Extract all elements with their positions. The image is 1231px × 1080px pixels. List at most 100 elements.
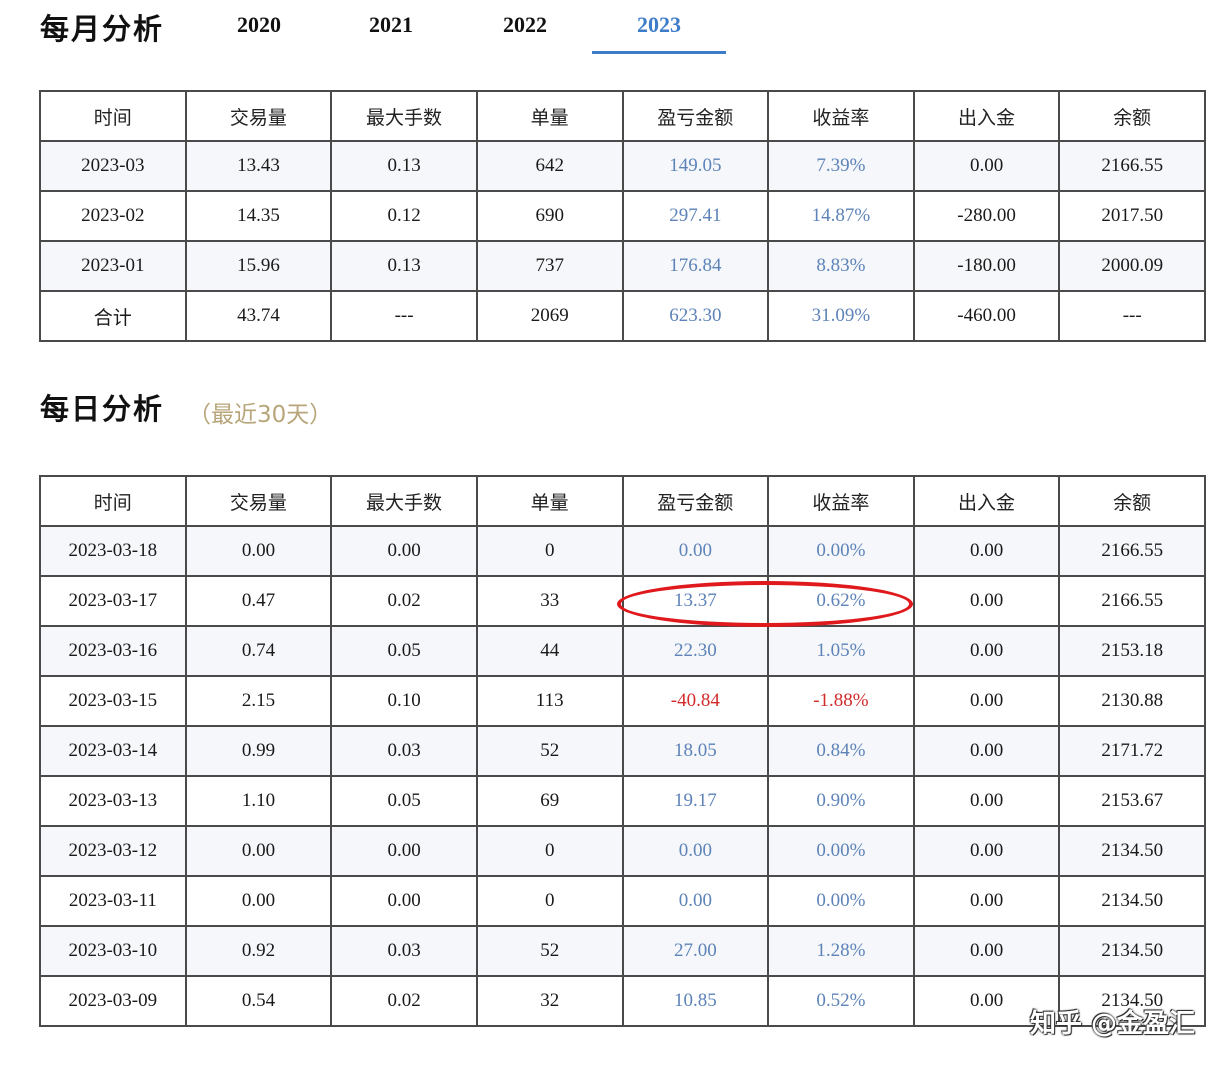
cell-volume: 0.99 — [184, 725, 333, 777]
tab-2023[interactable]: 2023 — [593, 12, 725, 38]
table-row: 合计 43.74 --- 2069 623.30 31.09% -460.00 --- — [39, 290, 1206, 342]
cell-orders: 0 — [475, 525, 624, 577]
cell-volume: 0.74 — [184, 625, 333, 677]
cell-max-lots: 0.03 — [330, 725, 478, 777]
daily-header-row: 时间 交易量 最大手数 单量 盈亏金额 收益率 出入金 余额 — [39, 475, 1206, 527]
cell-time: 2023-03-12 — [39, 825, 187, 877]
cell-pnl: 176.84 — [621, 240, 770, 292]
cell-time: 2023-03-14 — [39, 725, 187, 777]
cell-deposit-withdraw: 0.00 — [912, 675, 1061, 727]
header-time: 时间 — [39, 475, 187, 527]
table-row: 2023-03-14 0.99 0.03 52 18.05 0.84% 0.00 2171.7… — [39, 725, 1206, 777]
cell-return-rate: 0.62% — [767, 575, 915, 627]
table-row: 2023-03-12 0.00 0.00 0 0.00 0.00% 0.00 2134.50 — [39, 825, 1206, 877]
cell-max-lots: 0.03 — [330, 925, 478, 977]
header-time: 时间 — [39, 90, 187, 142]
header-pnl: 盈亏金额 — [621, 475, 770, 527]
cell-balance: 2134.50 — [1058, 825, 1206, 877]
cell-time: 2023-03-18 — [39, 525, 187, 577]
header-deposit-withdraw: 出入金 — [912, 475, 1061, 527]
monthly-table: 时间 交易量 最大手数 单量 盈亏金额 收益率 出入金 余额 2023-03 13.43 0.13… — [39, 90, 1206, 342]
cell-time: 合计 — [39, 290, 187, 342]
table-row: 2023-03-17 0.47 0.02 33 13.37 0.62% 0.00 2166.5… — [39, 575, 1206, 627]
cell-orders: 52 — [475, 725, 624, 777]
cell-max-lots: 0.02 — [330, 575, 478, 627]
cell-balance: 2166.55 — [1058, 140, 1206, 192]
cell-max-lots: 0.13 — [330, 240, 478, 292]
tab-2021[interactable]: 2021 — [325, 12, 457, 38]
cell-pnl: 149.05 — [621, 140, 770, 192]
daily-table: 时间 交易量 最大手数 单量 盈亏金额 收益率 出入金 余额 2023-03-18 0.00 0.… — [39, 475, 1206, 1027]
cell-deposit-withdraw: 0.00 — [912, 925, 1061, 977]
header-volume: 交易量 — [184, 90, 333, 142]
cell-time: 2023-03-16 — [39, 625, 187, 677]
cell-volume: 0.00 — [184, 825, 333, 877]
cell-deposit-withdraw: 0.00 — [912, 825, 1061, 877]
table-row: 2023-01 15.96 0.13 737 176.84 8.83% -180.00 200… — [39, 240, 1206, 292]
cell-deposit-withdraw: -180.00 — [912, 240, 1061, 292]
cell-return-rate: 31.09% — [767, 290, 915, 342]
cell-volume: 0.92 — [184, 925, 333, 977]
tab-2022[interactable]: 2022 — [459, 12, 591, 38]
cell-deposit-withdraw: -460.00 — [912, 290, 1061, 342]
cell-volume: 0.47 — [184, 575, 333, 627]
cell-max-lots: 0.12 — [330, 190, 478, 242]
cell-balance: 2166.55 — [1058, 575, 1206, 627]
cell-time: 2023-03-15 — [39, 675, 187, 727]
cell-pnl: 10.85 — [621, 975, 770, 1027]
monthly-table-body: 2023-03 13.43 0.13 642 149.05 7.39% 0.00 2166.5… — [39, 140, 1206, 342]
cell-deposit-withdraw: 0.00 — [912, 140, 1061, 192]
cell-return-rate: 8.83% — [767, 240, 915, 292]
cell-volume: 0.54 — [184, 975, 333, 1027]
cell-return-rate: 14.87% — [767, 190, 915, 242]
cell-return-rate: 7.39% — [767, 140, 915, 192]
cell-time: 2023-03-09 — [39, 975, 187, 1027]
table-row: 2023-03-16 0.74 0.05 44 22.30 1.05% 0.00 2153.1… — [39, 625, 1206, 677]
cell-orders: 32 — [475, 975, 624, 1027]
tab-2020[interactable]: 2020 — [193, 12, 325, 38]
cell-pnl: 22.30 — [621, 625, 770, 677]
table-row: 2023-02 14.35 0.12 690 297.41 14.87% -280.00 20… — [39, 190, 1206, 242]
cell-deposit-withdraw: 0.00 — [912, 775, 1061, 827]
cell-deposit-withdraw: 0.00 — [912, 875, 1061, 927]
header-return-rate: 收益率 — [767, 90, 915, 142]
cell-return-rate: 0.84% — [767, 725, 915, 777]
cell-volume: 15.96 — [184, 240, 333, 292]
cell-orders: 737 — [475, 240, 624, 292]
cell-time: 2023-03-17 — [39, 575, 187, 627]
cell-max-lots: --- — [330, 290, 478, 342]
cell-return-rate: 0.52% — [767, 975, 915, 1027]
cell-volume: 2.15 — [184, 675, 333, 727]
cell-pnl: 297.41 — [621, 190, 770, 242]
cell-return-rate: 0.00% — [767, 875, 915, 927]
header-orders: 单量 — [475, 475, 624, 527]
cell-return-rate: -1.88% — [767, 675, 915, 727]
cell-orders: 33 — [475, 575, 624, 627]
cell-time: 2023-03-10 — [39, 925, 187, 977]
cell-pnl: 19.17 — [621, 775, 770, 827]
header-max-lots: 最大手数 — [330, 475, 478, 527]
cell-balance: --- — [1058, 290, 1206, 342]
monthly-header-row: 时间 交易量 最大手数 单量 盈亏金额 收益率 出入金 余额 — [39, 90, 1206, 142]
cell-pnl: 0.00 — [621, 525, 770, 577]
monthly-analysis-title: 每月分析 — [40, 12, 165, 46]
cell-deposit-withdraw: 0.00 — [912, 575, 1061, 627]
cell-orders: 44 — [475, 625, 624, 677]
cell-pnl: 18.05 — [621, 725, 770, 777]
daily-subtitle: （最近30天） — [188, 402, 333, 428]
cell-pnl: 623.30 — [621, 290, 770, 342]
cell-volume: 0.00 — [184, 875, 333, 927]
table-row: 2023-03-11 0.00 0.00 0 0.00 0.00% 0.00 2134.50 — [39, 875, 1206, 927]
cell-max-lots: 0.00 — [330, 875, 478, 927]
cell-max-lots: 0.05 — [330, 775, 478, 827]
table-row: 2023-03-15 2.15 0.10 113 -40.84 -1.88% 0.00 213… — [39, 675, 1206, 727]
cell-time: 2023-03-11 — [39, 875, 187, 927]
cell-orders: 0 — [475, 875, 624, 927]
cell-deposit-withdraw: 0.00 — [912, 625, 1061, 677]
cell-balance: 2171.72 — [1058, 725, 1206, 777]
header-pnl: 盈亏金额 — [621, 90, 770, 142]
header-balance: 余额 — [1058, 90, 1206, 142]
cell-time: 2023-03-13 — [39, 775, 187, 827]
header-deposit-withdraw: 出入金 — [912, 90, 1061, 142]
table-row: 2023-03-13 1.10 0.05 69 19.17 0.90% 0.00 2153.6… — [39, 775, 1206, 827]
